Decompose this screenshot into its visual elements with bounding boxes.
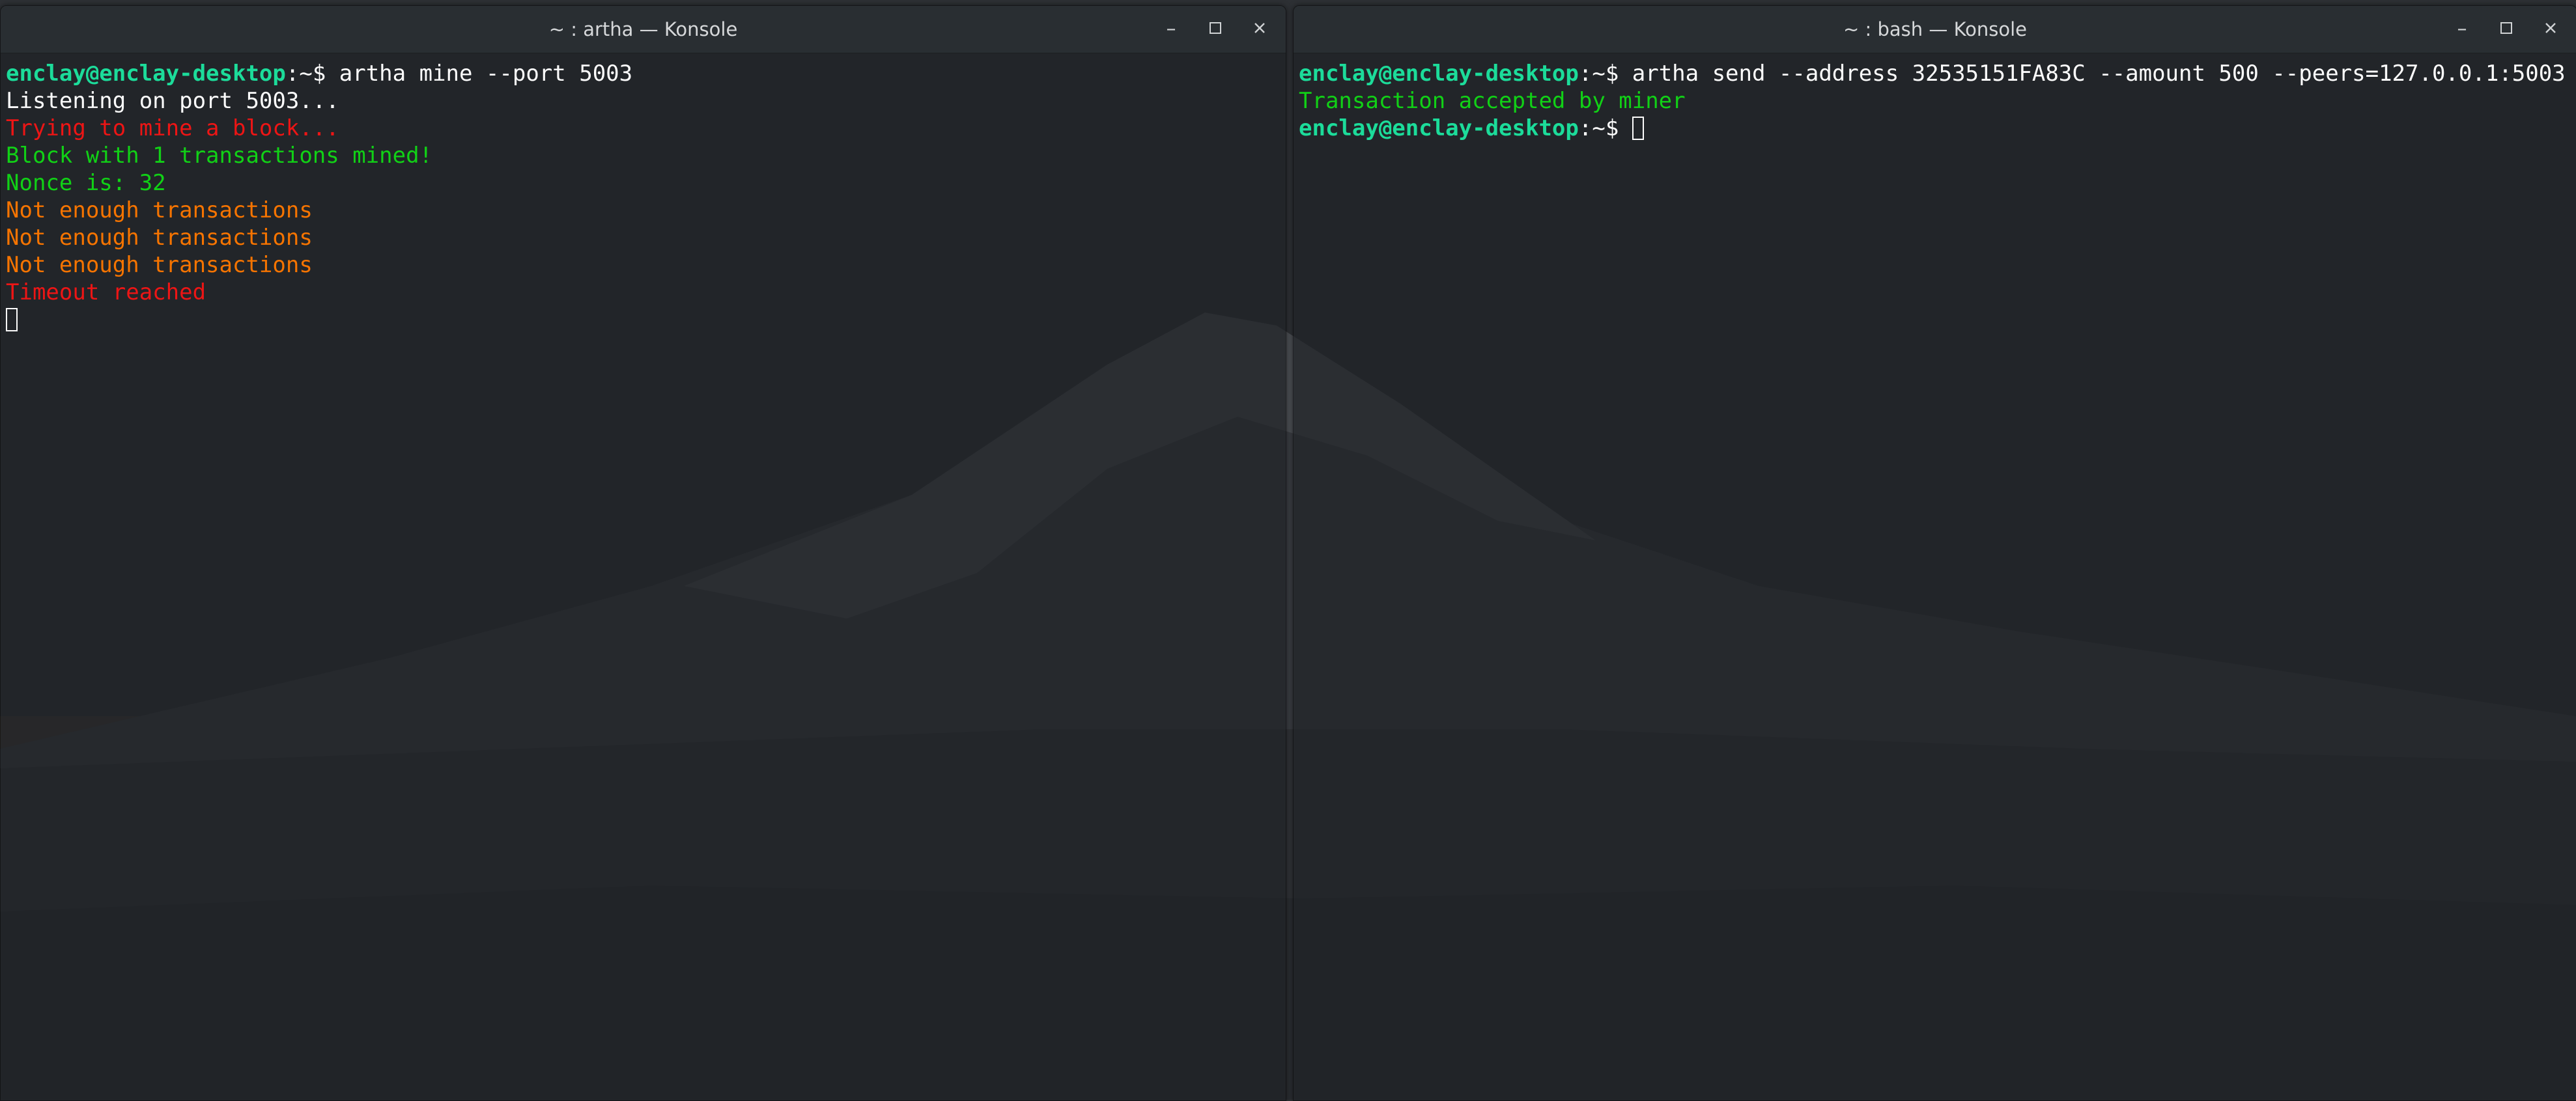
window-titlebar[interactable]: ~ : bash — Konsole –	[1294, 6, 2576, 53]
output-line: Listening on port 5003...	[6, 88, 339, 114]
konsole-window-artha[interactable]: ~ : artha — Konsole – enclay@enclay-desk…	[0, 5, 1286, 1101]
output-line: Not enough transactions	[6, 252, 313, 278]
prompt-user: enclay@enclay-desktop	[1299, 61, 1579, 87]
window-title: ~ : bash — Konsole	[1843, 18, 2028, 40]
maximize-button[interactable]	[2496, 19, 2517, 40]
cursor-line	[6, 306, 632, 333]
maximize-icon	[1210, 22, 1221, 34]
terminal-area[interactable]: enclay@enclay-desktop:~$ artha send --ad…	[1294, 53, 2576, 1100]
output-line: Not enough transactions	[6, 225, 313, 251]
prompt-line: enclay@enclay-desktop:~$	[1299, 115, 2566, 142]
text-cursor	[6, 307, 18, 331]
prompt-separator: :~$	[285, 61, 339, 87]
command-text: artha send --address 32535151FA83C --amo…	[1632, 61, 2566, 87]
terminal-output: enclay@enclay-desktop:~$ artha send --ad…	[1299, 60, 2566, 142]
close-icon	[2545, 23, 2556, 33]
output-line: Trying to mine a block...	[6, 115, 339, 141]
prompt-user: enclay@enclay-desktop	[6, 61, 286, 87]
terminal-area[interactable]: enclay@enclay-desktop:~$ artha mine --po…	[1, 53, 1286, 1100]
close-button[interactable]	[1249, 19, 1270, 40]
maximize-icon	[2500, 22, 2512, 34]
output-line: Timeout reached	[6, 279, 206, 305]
window-title: ~ : artha — Konsole	[548, 18, 738, 40]
output-line: Not enough transactions	[6, 197, 313, 223]
output-line: Block with 1 transactions mined!	[6, 143, 433, 169]
text-cursor	[1632, 116, 1644, 140]
close-icon	[1254, 23, 1265, 33]
minimize-button[interactable]: –	[1161, 19, 1182, 40]
output-line: Transaction accepted by miner	[1299, 88, 1686, 114]
close-button[interactable]	[2540, 19, 2561, 40]
command-line: enclay@enclay-desktop:~$ artha mine --po…	[6, 60, 632, 87]
command-text: artha mine --port 5003	[339, 61, 633, 87]
command-line: enclay@enclay-desktop:~$ artha send --ad…	[1299, 60, 2566, 87]
prompt-user: enclay@enclay-desktop	[1299, 115, 1579, 141]
prompt-separator: :~$	[1578, 115, 1632, 141]
window-titlebar[interactable]: ~ : artha — Konsole –	[1, 6, 1286, 53]
terminal-output: enclay@enclay-desktop:~$ artha mine --po…	[6, 60, 632, 333]
output-line: Nonce is: 32	[6, 170, 166, 196]
konsole-window-bash[interactable]: ~ : bash — Konsole – enclay@enclay-deskt…	[1293, 5, 2576, 1101]
minimize-button[interactable]: –	[2452, 19, 2472, 40]
maximize-button[interactable]	[1205, 19, 1226, 40]
prompt-separator: :~$	[1578, 61, 1632, 87]
